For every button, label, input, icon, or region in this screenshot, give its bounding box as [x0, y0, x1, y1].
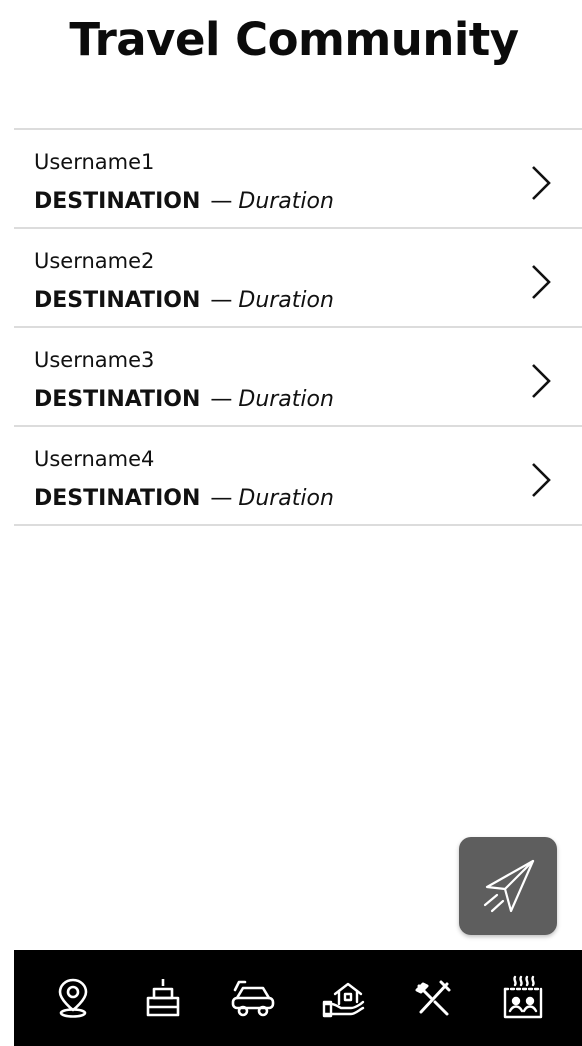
username: Username1 [34, 150, 155, 174]
nav-item-spa[interactable] [495, 970, 551, 1026]
chevron-right-icon[interactable] [530, 264, 552, 300]
list-item[interactable]: Username3 DESTINATION — Duration [14, 328, 582, 427]
list-item[interactable]: Username2 DESTINATION — Duration [14, 229, 582, 328]
nav-item-transport[interactable] [225, 970, 281, 1026]
separator: — [210, 288, 233, 313]
duration: Duration [238, 189, 334, 214]
travel-community-screen: Travel Community Username1 DESTINATION — D… [0, 0, 582, 1046]
house-hand-icon [322, 982, 365, 1018]
list-item[interactable]: Username1 DESTINATION — Duration [14, 130, 582, 229]
duration: Duration [238, 387, 334, 412]
nav-item-services[interactable] [405, 970, 461, 1026]
separator: — [210, 189, 233, 214]
username: Username4 [34, 447, 155, 471]
destination-line: DESTINATION — Duration [34, 486, 334, 511]
nav-item-events[interactable] [135, 970, 191, 1026]
chevron-right-icon[interactable] [530, 165, 552, 201]
cake-icon [146, 979, 180, 1017]
destination: DESTINATION [34, 189, 201, 214]
username: Username2 [34, 249, 155, 273]
car-icon [231, 980, 275, 1017]
destination-line: DESTINATION — Duration [34, 387, 334, 412]
nav-item-lodging[interactable] [315, 970, 371, 1026]
list-item[interactable]: Username4 DESTINATION — Duration [14, 427, 582, 526]
separator: — [210, 387, 233, 412]
tools-icon [415, 980, 451, 1016]
destination: DESTINATION [34, 486, 201, 511]
post-list: Username1 DESTINATION — Duration Username2… [14, 128, 582, 526]
username: Username3 [34, 348, 155, 372]
destination: DESTINATION [34, 288, 201, 313]
hot-spring-icon [503, 975, 543, 1019]
duration: Duration [238, 288, 334, 313]
chevron-right-icon[interactable] [530, 462, 552, 498]
nav-item-places[interactable] [45, 970, 101, 1026]
destination-line: DESTINATION — Duration [34, 189, 334, 214]
destination: DESTINATION [34, 387, 201, 412]
map-pin-icon [58, 978, 88, 1018]
duration: Duration [238, 486, 334, 511]
destination-line: DESTINATION — Duration [34, 288, 334, 313]
page-title: Travel Community [69, 13, 519, 66]
separator: — [210, 486, 233, 511]
paper-plane-icon [483, 859, 535, 913]
new-post-button[interactable] [459, 837, 557, 935]
bottom-nav-bar [14, 950, 582, 1046]
chevron-right-icon[interactable] [530, 363, 552, 399]
